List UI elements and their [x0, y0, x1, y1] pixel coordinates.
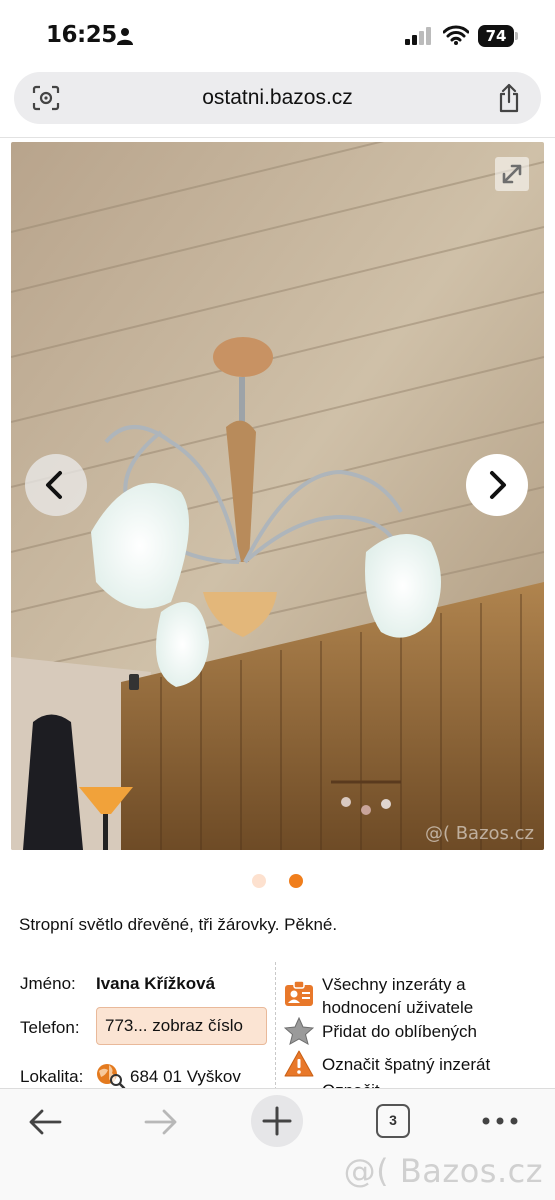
plus-icon — [262, 1106, 292, 1136]
ad-description: Stropní světlo dřevěné, tři žárovky. Pěk… — [19, 915, 338, 934]
bazos-watermark: @( Bazos.cz — [343, 1152, 543, 1190]
signal-icon — [405, 27, 431, 45]
address-bar[interactable]: ostatni.bazos.cz — [14, 72, 541, 124]
star-icon — [284, 1017, 314, 1045]
expand-button[interactable] — [495, 157, 529, 191]
photo-watermark: @( Bazos.cz — [424, 823, 534, 844]
all-ads-text-2[interactable]: hodnocení uživatele — [322, 997, 473, 1019]
chevron-right-icon — [490, 471, 506, 499]
location-label: Lokalita: — [20, 1067, 84, 1086]
report-text[interactable]: Označit špatný inzerát — [322, 1054, 490, 1076]
previous-photo-button[interactable] — [25, 454, 87, 516]
info-divider — [275, 962, 276, 1090]
forward-arrow-icon[interactable] — [142, 1107, 180, 1137]
favorite-text[interactable]: Přidat do oblíbených — [322, 1021, 477, 1043]
browser-toolbar: 3 @( Bazos.cz — [0, 1088, 555, 1200]
status-bar: 16:25 74 — [0, 0, 555, 70]
person-icon — [117, 28, 133, 45]
chevron-left-icon — [46, 471, 62, 499]
all-ads-text-1[interactable]: Všechny inzeráty a — [322, 974, 466, 996]
expand-icon — [502, 164, 522, 184]
seller-location[interactable]: 684 01 Vyškov — [130, 1067, 241, 1087]
globe-search-icon — [97, 1064, 126, 1089]
share-icon[interactable] — [497, 83, 521, 113]
lamp-photo-illustration — [11, 142, 544, 850]
back-arrow-icon[interactable] — [26, 1107, 64, 1137]
gallery-dot-2-active[interactable] — [289, 874, 303, 888]
divider — [0, 137, 555, 138]
next-photo-button[interactable] — [466, 454, 528, 516]
tabs-button[interactable]: 3 — [376, 1104, 410, 1138]
wifi-icon — [443, 25, 469, 45]
more-icon[interactable] — [480, 1111, 520, 1131]
battery-icon: 74 — [478, 25, 514, 47]
new-tab-button[interactable] — [251, 1095, 303, 1147]
warning-icon — [284, 1050, 314, 1077]
gallery-dot-1[interactable] — [252, 874, 266, 888]
clock: 16:25 — [46, 22, 117, 48]
user-card-icon — [285, 980, 313, 1006]
seller-name[interactable]: Ivana Křížková — [96, 974, 215, 994]
listing-photo[interactable]: @( Bazos.cz — [11, 142, 544, 850]
phone-label: Telefon: — [20, 1018, 80, 1037]
url-text[interactable]: ostatni.bazos.cz — [14, 86, 541, 110]
name-label: Jméno: — [20, 974, 76, 993]
battery-tip — [515, 32, 518, 40]
show-phone-button[interactable]: 773... zobraz číslo — [96, 1007, 267, 1045]
